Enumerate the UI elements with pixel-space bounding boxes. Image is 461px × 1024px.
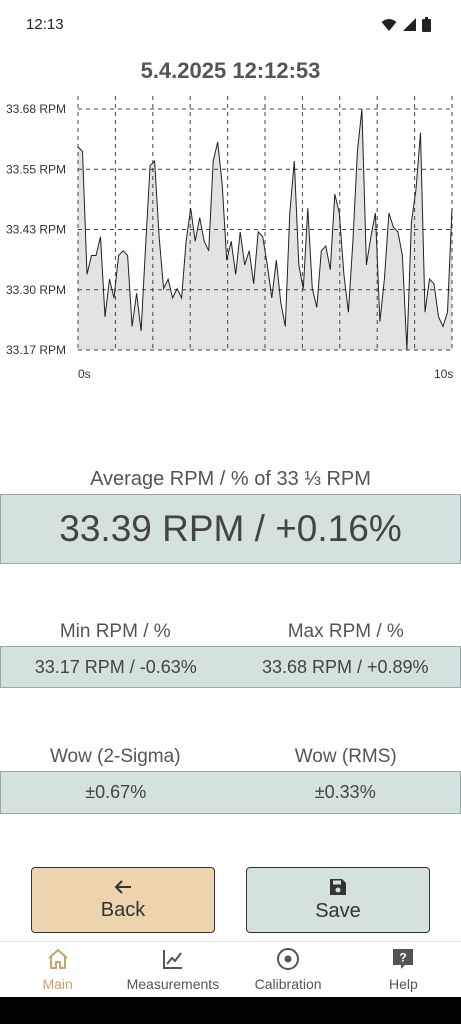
nav-main-label: Main	[42, 976, 73, 992]
chart-y-tick-label: 33.55 RPM	[6, 162, 66, 176]
nav-main[interactable]: Main	[0, 942, 115, 998]
average-label: Average RPM / % of 33 ⅓ RPM	[90, 468, 371, 490]
rpm-chart: 33.68 RPM 33.55 RPM 33.43 RPM 33.30 RPM 33.1…	[6, 96, 453, 381]
wow-rms-label: Wow (RMS)	[294, 746, 397, 767]
gesture-bar	[0, 997, 461, 1024]
max-value: 33.68 RPM / +0.89%	[261, 656, 429, 677]
min-value: 33.17 RPM / -0.63%	[34, 656, 197, 677]
chart-y-tick-label: 33.30 RPM	[6, 283, 66, 297]
chart-y-tick-label: 33.17 RPM	[6, 343, 66, 357]
home-icon	[47, 949, 68, 969]
average-value-box: 33.39 RPM / +0.16%	[0, 494, 461, 564]
save-button[interactable]: Save	[246, 867, 430, 933]
save-label: Save	[315, 899, 361, 922]
bottom-nav: Main Measurements Calibration ? Help	[0, 941, 461, 998]
nav-measurements[interactable]: Measurements	[115, 942, 230, 998]
status-icons	[381, 17, 431, 32]
floppy-disk-icon	[330, 878, 346, 895]
wow-sigma-label: Wow (2-Sigma)	[49, 746, 181, 767]
target-icon	[277, 948, 300, 970]
chart-y-tick-label: 33.43 RPM	[6, 223, 66, 237]
chart-x-tick-label: 10s	[434, 367, 453, 381]
help-icon: ?	[393, 949, 414, 969]
minmax-box: 33.17 RPM / -0.63% 33.68 RPM / +0.89%	[0, 646, 461, 688]
svg-text:?: ?	[400, 951, 407, 965]
min-label: Min RPM / %	[59, 621, 171, 642]
average-value: 33.39 RPM / +0.16%	[59, 508, 402, 549]
nav-calibration-label: Calibration	[254, 976, 322, 992]
battery-icon	[422, 17, 431, 32]
chart-y-tick-label: 33.68 RPM	[6, 102, 66, 116]
nav-calibration[interactable]: Calibration	[231, 942, 346, 998]
max-label: Max RPM / %	[287, 621, 404, 642]
chart-x-tick-label: 0s	[78, 367, 91, 381]
wow-rms-value: ±0.33%	[314, 782, 376, 802]
chart-title: 5.4.2025 12:12:53	[140, 58, 321, 83]
minmax-labels: Min RPM / % Max RPM / %	[0, 621, 461, 643]
arrow-left-icon	[114, 879, 131, 894]
wow-sigma-value: ±0.67%	[85, 782, 147, 802]
wifi-icon	[381, 18, 397, 31]
line-chart-icon	[162, 950, 182, 969]
nav-help[interactable]: ? Help	[346, 942, 461, 998]
wow-box: ±0.67% ±0.33%	[0, 771, 461, 814]
status-time: 12:13	[26, 16, 64, 33]
nav-help-label: Help	[388, 976, 418, 992]
nav-measurements-label: Measurements	[126, 976, 220, 992]
status-bar: 12:13	[0, 0, 461, 50]
back-label: Back	[100, 898, 146, 921]
back-button[interactable]: Back	[31, 867, 215, 933]
signal-icon	[403, 18, 416, 31]
wow-labels: Wow (2-Sigma) Wow (RMS)	[0, 746, 461, 768]
